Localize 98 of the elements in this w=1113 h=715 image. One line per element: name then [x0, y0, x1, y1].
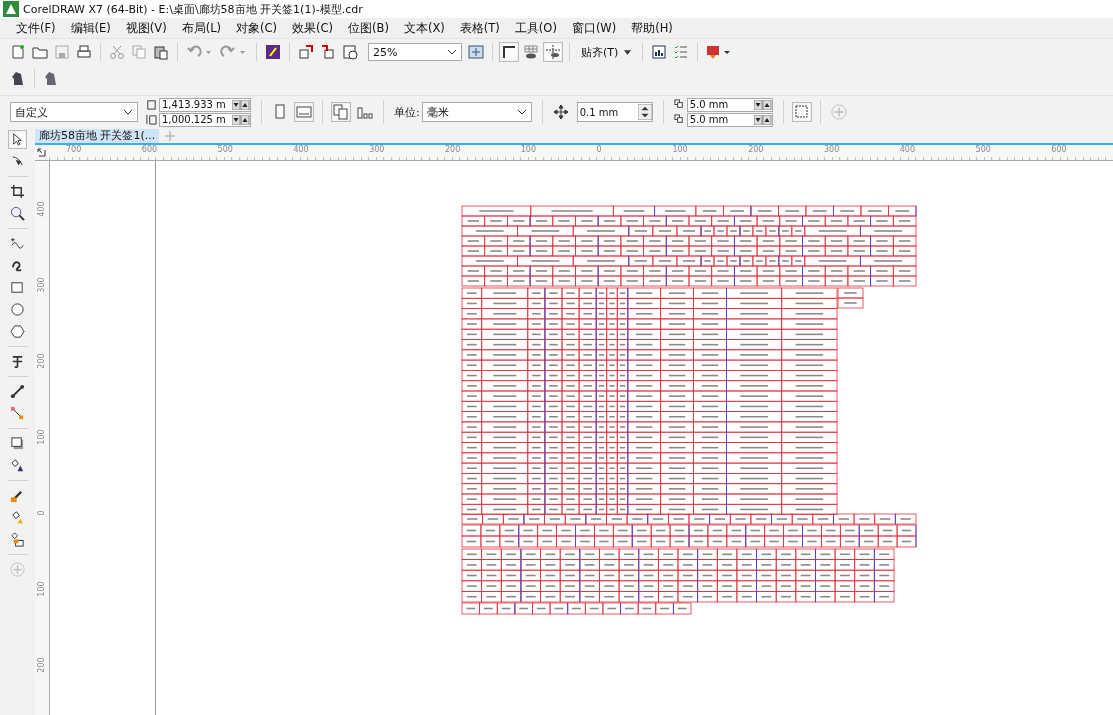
move-arrows-icon: [552, 104, 569, 120]
ruler-label: 100: [520, 145, 538, 156]
page-size-dropdown[interactable]: 自定义: [10, 102, 138, 122]
snap-button[interactable]: 贴齐(T): [578, 44, 635, 60]
polygon-icon[interactable]: [10, 324, 25, 339]
zoom-icon[interactable]: [10, 206, 25, 221]
landscape-page-icon[interactable]: [296, 104, 312, 120]
export-icon[interactable]: [320, 44, 336, 60]
menu-item[interactable]: 窗口(W): [563, 20, 624, 36]
crop-icon[interactable]: [10, 184, 25, 199]
ruler-label: 200: [748, 145, 765, 156]
spin-arrows-icon[interactable]: [232, 114, 250, 125]
menu-item[interactable]: 文件(F): [8, 20, 63, 36]
menu-item[interactable]: 位图(B): [340, 20, 396, 36]
ruler-label: 100: [36, 581, 47, 597]
ruler-label: 200: [36, 353, 47, 369]
duplicate-y-icon: [673, 114, 685, 125]
ruler-origin-icon[interactable]: [36, 147, 48, 159]
ruler-label: 100: [36, 429, 47, 445]
page-width-field[interactable]: 1,413.933 m: [159, 97, 251, 112]
ruler-label: 300: [36, 277, 47, 293]
chevron-icon: [123, 109, 133, 115]
knight-icon[interactable]: [10, 70, 26, 86]
rectangle-icon[interactable]: [10, 280, 25, 295]
chevron-icon: [447, 49, 457, 55]
current-page-icon[interactable]: [357, 104, 373, 120]
folder-icon[interactable]: [32, 44, 48, 60]
import-icon[interactable]: [298, 44, 314, 60]
ruler-label: 0: [596, 145, 603, 156]
menu-item[interactable]: 文本(X): [396, 20, 452, 36]
page-height-field[interactable]: 1,000.125 m: [159, 112, 251, 127]
ruler-label: 0: [36, 510, 47, 516]
ruler-label: 300: [823, 145, 841, 156]
ruler-icon[interactable]: [501, 44, 517, 60]
ruler-label: 500: [975, 145, 992, 156]
menu-item[interactable]: 工具(O): [506, 20, 564, 36]
clipboard-icon[interactable]: [153, 44, 169, 60]
spin-arrows-icon[interactable]: [753, 99, 772, 110]
grid-icon[interactable]: [523, 44, 539, 60]
document-tab[interactable]: 廊坊58亩地 开关签1(...: [35, 129, 160, 143]
spin-arrows-icon[interactable]: [232, 99, 250, 110]
duplicate-y-field[interactable]: 5.0 mm: [686, 112, 773, 127]
all-pages-icon[interactable]: [333, 104, 349, 120]
text-tool-icon[interactable]: [10, 354, 25, 369]
print-icon[interactable]: [76, 44, 92, 60]
full-screen-icon[interactable]: [468, 44, 484, 60]
transparency-icon[interactable]: [10, 458, 25, 473]
redo-icon[interactable]: [220, 44, 248, 60]
duplicate-x-field[interactable]: 5.0 mm: [686, 97, 773, 112]
menu-item[interactable]: 帮助(H): [623, 20, 680, 36]
ruler-label: 200: [445, 145, 462, 156]
duplicate-x-icon: [673, 99, 685, 110]
caret-icon: [624, 49, 632, 55]
undo-icon[interactable]: [186, 44, 214, 60]
chevron-icon: [516, 109, 527, 115]
new-document-icon[interactable]: [10, 44, 26, 60]
portrait-page-icon[interactable]: [272, 104, 288, 120]
spin-arrows-icon[interactable]: [637, 104, 652, 120]
ruler-label: 600: [141, 145, 159, 156]
pointer-icon[interactable]: [10, 132, 25, 147]
zoom-dropdown[interactable]: 25%: [368, 43, 462, 61]
menu-item[interactable]: 编辑(E): [62, 20, 118, 36]
menu-item[interactable]: 表格(T): [451, 20, 507, 36]
ruler-label: 700: [66, 145, 83, 156]
smart-fill-icon[interactable]: [10, 532, 25, 547]
drawing-canvas[interactable]: [50, 161, 1113, 715]
ruler-label: 100: [672, 145, 689, 156]
guidelines-icon[interactable]: [545, 44, 561, 60]
units-dropdown[interactable]: 毫米: [421, 102, 532, 122]
menu-item[interactable]: 对象(C): [228, 20, 285, 36]
ruler-label: 400: [36, 201, 47, 217]
nudge-field[interactable]: 0.1 mm: [576, 102, 653, 122]
eyedropper-icon[interactable]: [10, 488, 25, 503]
ruler-label: 200: [36, 657, 47, 673]
menu-item[interactable]: 视图(V): [117, 20, 174, 36]
drop-shadow-icon[interactable]: [10, 436, 25, 451]
connector-icon[interactable]: [10, 406, 25, 421]
freehand-icon[interactable]: [10, 236, 25, 251]
units-label: 单位:: [394, 104, 420, 120]
ellipse-icon[interactable]: [10, 302, 25, 317]
chart-icon[interactable]: [651, 44, 668, 60]
fill-tool-icon[interactable]: [10, 510, 25, 525]
ruler-label: 600: [1051, 145, 1068, 156]
page-height-icon: [146, 114, 157, 125]
menu-item[interactable]: 效果(C): [284, 20, 341, 36]
knight-icon[interactable]: [43, 70, 59, 86]
ruler-label: 500: [217, 145, 234, 156]
ruler-label: 400: [899, 145, 917, 156]
ruler-label: 400: [293, 145, 310, 156]
ruler-label: 300: [369, 145, 386, 156]
select-frame-icon[interactable]: [793, 104, 810, 120]
window-title: CorelDRAW X7 (64-Bit) - E:\桌面\廊坊58亩地 开关签1(1)-模型.cdr: [23, 1, 363, 17]
menu-item[interactable]: 布局(L): [173, 20, 229, 36]
spin-arrows-icon[interactable]: [753, 114, 772, 125]
app-launcher-icon[interactable]: [265, 44, 281, 60]
page-width-icon: [146, 99, 157, 110]
checklist-icon[interactable]: [673, 44, 690, 60]
dimension-icon[interactable]: [10, 384, 25, 399]
